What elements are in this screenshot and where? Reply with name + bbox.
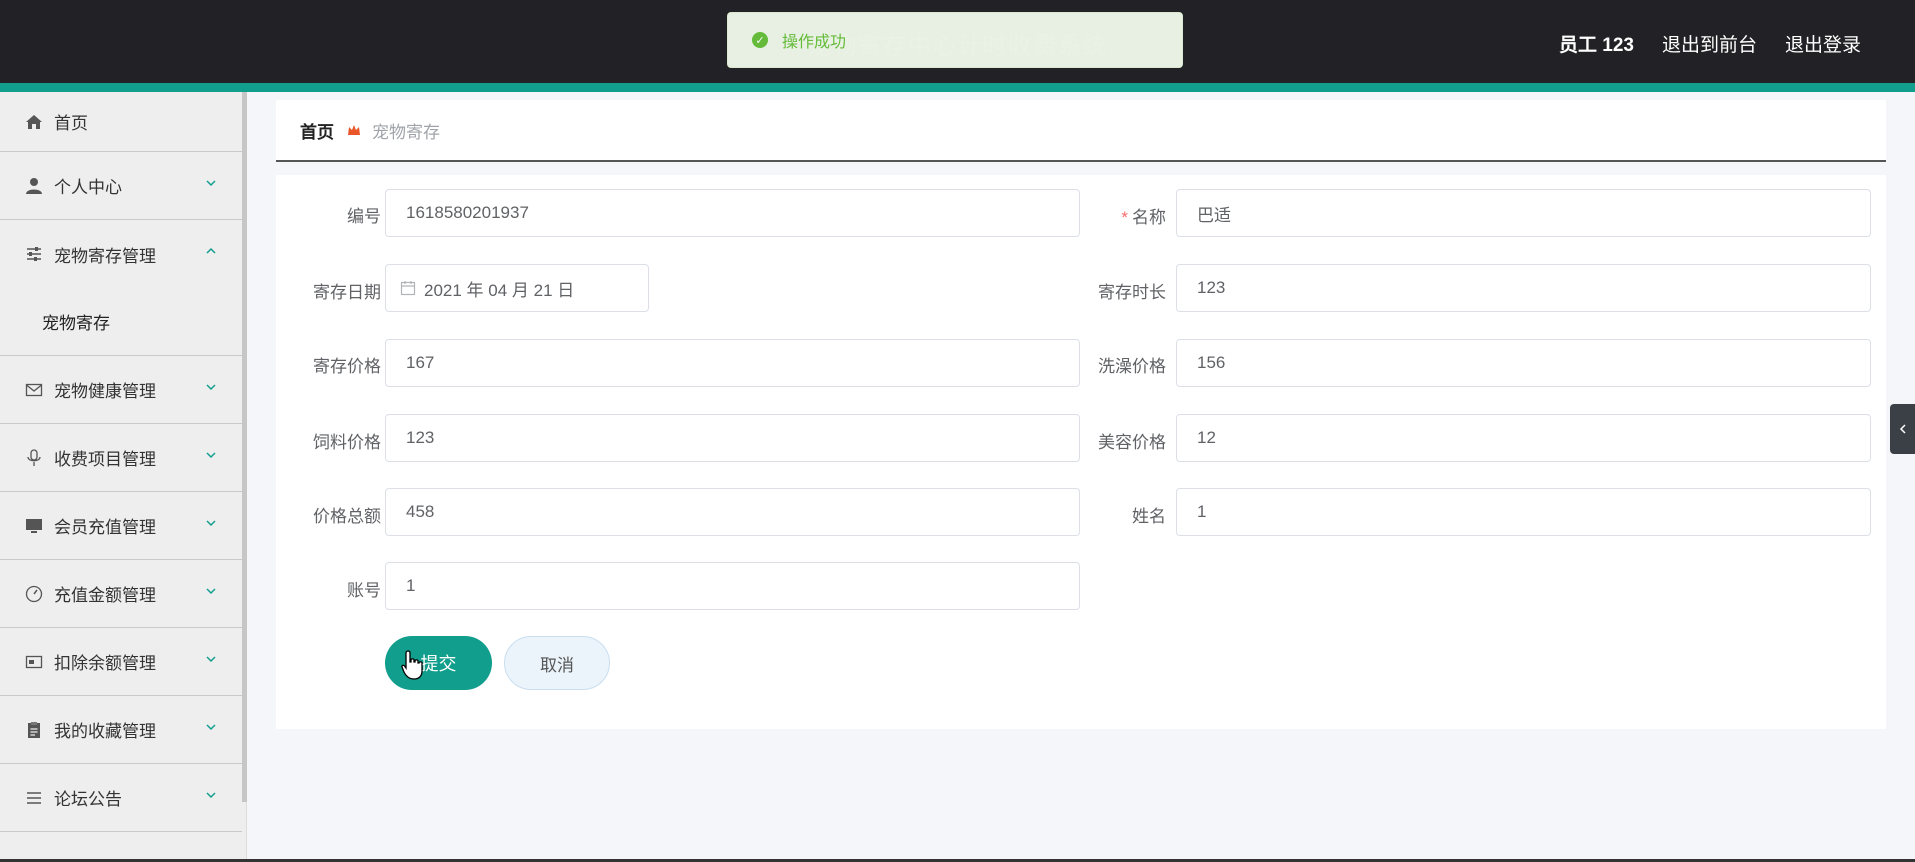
sidebar-item-label: 我的收藏管理 <box>54 722 156 741</box>
clipboard-icon <box>24 720 44 740</box>
gauge-icon <box>24 584 44 604</box>
person-name-label: 姓名 <box>1132 507 1166 526</box>
breadcrumb-current: 宠物寄存 <box>372 122 440 142</box>
cancel-button[interactable]: 取消 <box>504 636 610 690</box>
header-accent-bar <box>0 83 1915 92</box>
monitor-icon <box>24 516 44 536</box>
sidebar-item-forum-notice[interactable]: 论坛公告 <box>0 764 242 832</box>
user-icon <box>24 176 44 196</box>
sidebar-item-recharge-amount[interactable]: 充值金额管理 <box>0 560 242 628</box>
chevron-down-icon <box>206 384 216 391</box>
sidebar-item-label: 个人中心 <box>54 178 122 197</box>
chevron-down-icon <box>206 452 216 459</box>
sidebar-scrollbar[interactable] <box>242 92 247 802</box>
mail-icon <box>24 380 44 400</box>
sidebar-item-label: 首页 <box>54 114 88 133</box>
number-label: 编号 <box>347 207 381 226</box>
bath-price-label: 洗澡价格 <box>1098 357 1166 376</box>
microphone-icon <box>24 448 44 468</box>
sidebar-item-label: 扣除余额管理 <box>54 654 156 673</box>
sidebar-item-label: 宠物健康管理 <box>54 382 156 401</box>
beauty-price-label: 美容价格 <box>1098 433 1166 452</box>
breadcrumb-home[interactable]: 首页 <box>300 118 334 143</box>
sidebar-item-label: 宠物寄存管理 <box>54 246 156 266</box>
sidebar-item-label: 会员充值管理 <box>54 518 156 537</box>
breadcrumb: 首页 宠物寄存 <box>276 100 1886 162</box>
bath-price-field[interactable]: 156 <box>1176 339 1871 387</box>
chevron-up-icon <box>206 247 216 254</box>
total-price-label: 价格总额 <box>313 507 381 526</box>
name-field[interactable]: 巴适 <box>1176 189 1871 237</box>
list-icon <box>24 788 44 808</box>
duration-field[interactable]: 123 <box>1176 264 1871 312</box>
sliders-icon <box>24 244 44 264</box>
feed-price-label: 饲料价格 <box>313 433 381 452</box>
chevron-down-icon <box>206 588 216 595</box>
success-toast: ✓ 操作成功 <box>727 12 1183 68</box>
storage-price-field[interactable]: 167 <box>385 339 1080 387</box>
feed-price-field[interactable]: 123 <box>385 414 1080 462</box>
date-value: 2021 年 04 月 21 日 <box>424 280 575 300</box>
crown-icon <box>348 125 360 135</box>
sidebar-item-home[interactable]: 首页 <box>0 92 242 152</box>
date-picker[interactable]: 2021 年 04 月 21 日 <box>385 264 649 312</box>
user-label[interactable]: 员工 123 <box>1559 30 1634 57</box>
person-name-field[interactable]: 1 <box>1176 488 1871 536</box>
sidebar-item-pet-storage[interactable]: 宠物寄存管理 <box>0 220 242 288</box>
total-price-field[interactable]: 458 <box>385 488 1080 536</box>
calendar-icon <box>400 281 416 296</box>
chevron-down-icon <box>206 180 216 187</box>
beauty-price-field[interactable]: 12 <box>1176 414 1871 462</box>
sidebar-subitem-pet-storage[interactable]: 宠物寄存 <box>0 288 242 356</box>
sidebar-item-personal-center[interactable]: 个人中心 <box>0 152 242 220</box>
chevron-down-icon <box>206 724 216 731</box>
account-field[interactable]: 1 <box>385 562 1080 610</box>
sidebar-item-member-recharge[interactable]: 会员充值管理 <box>0 492 242 560</box>
storage-price-label: 寄存价格 <box>313 357 381 376</box>
logout-link[interactable]: 退出登录 <box>1785 30 1861 57</box>
sidebar-item-fee-items[interactable]: 收费项目管理 <box>0 424 242 492</box>
toast-message: 操作成功 <box>782 34 847 51</box>
home-icon <box>24 112 44 132</box>
card-icon <box>24 652 44 672</box>
name-label: * 名称 <box>1066 203 1166 228</box>
sidebar-item-pet-health[interactable]: 宠物健康管理 <box>0 356 242 424</box>
sidebar: 首页 个人中心 宠物寄存管理 宠物寄存 宠物健康管理 收费项目管理 会员充值管理 <box>0 92 247 862</box>
sidebar-item-label: 充值金额管理 <box>54 586 156 605</box>
top-links: 员工 123 退出到前台 退出登录 <box>1559 30 1861 57</box>
storage-form: 编号 1618580201937 * 名称 巴适 寄存日期 2021 年 04 月… <box>276 175 1886 729</box>
chevron-down-icon <box>206 520 216 527</box>
account-label: 账号 <box>347 581 381 600</box>
name-label-text: 名称 <box>1132 208 1166 227</box>
exit-to-front-link[interactable]: 退出到前台 <box>1662 30 1757 57</box>
chevron-down-icon <box>206 656 216 663</box>
chevron-left-icon <box>1899 424 1906 434</box>
required-asterisk: * <box>1121 208 1128 227</box>
sidebar-item-deduct-balance[interactable]: 扣除余额管理 <box>0 628 242 696</box>
sidebar-item-label: 收费项目管理 <box>54 450 156 469</box>
check-circle-icon: ✓ <box>752 32 768 48</box>
number-field[interactable]: 1618580201937 <box>385 189 1080 237</box>
date-label: 寄存日期 <box>313 283 381 302</box>
collapse-handle[interactable] <box>1890 404 1915 454</box>
hand-cursor-icon <box>401 650 423 680</box>
sidebar-item-label: 论坛公告 <box>54 790 122 809</box>
sidebar-item-my-favorites[interactable]: 我的收藏管理 <box>0 696 242 764</box>
duration-label: 寄存时长 <box>1098 283 1166 302</box>
chevron-down-icon <box>206 792 216 799</box>
